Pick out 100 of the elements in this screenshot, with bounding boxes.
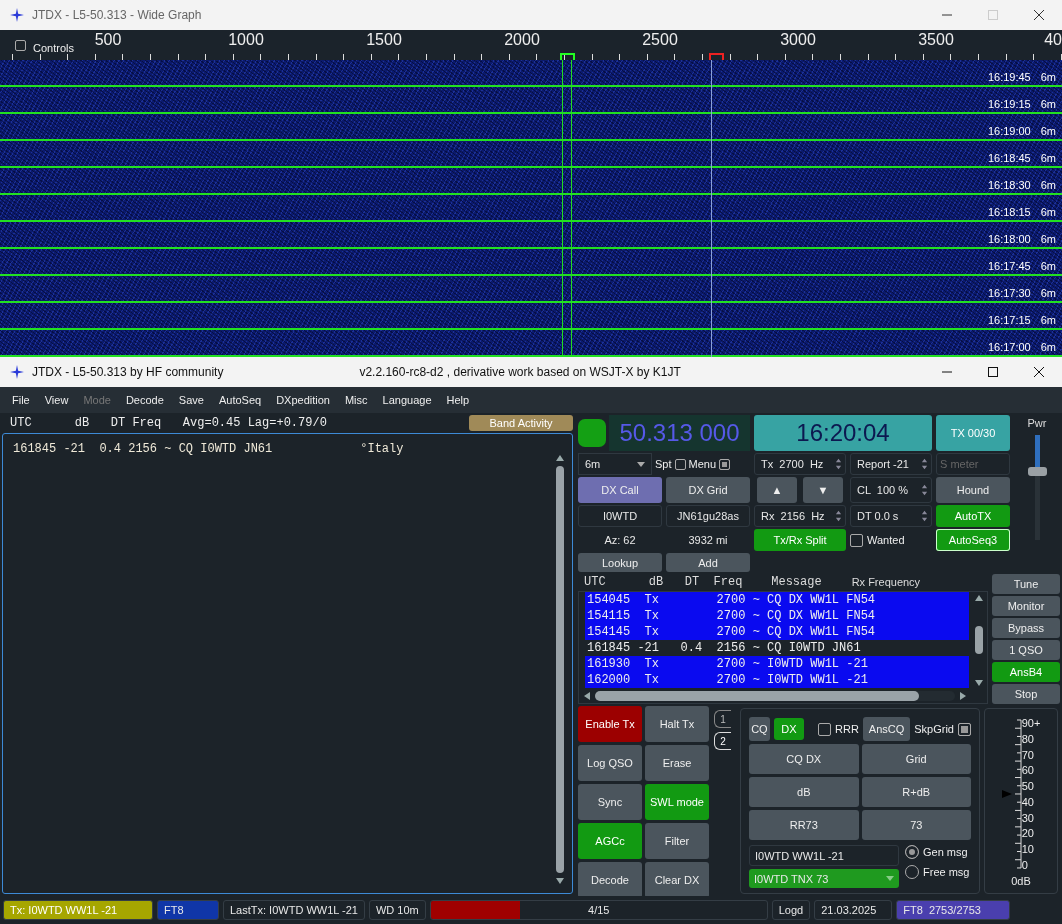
scrollbar[interactable] (554, 454, 566, 885)
menu-item[interactable]: Misc (344, 394, 368, 406)
checkbox[interactable] (674, 458, 686, 470)
control-button[interactable]: SWL mode (645, 784, 709, 820)
cq-button[interactable]: CQ (749, 717, 770, 741)
checkbox[interactable] (818, 722, 832, 736)
scroll-thumb[interactable] (595, 691, 919, 701)
message-row[interactable]: 161930 Tx 2700 ~ I0WTD WW1L -21 (585, 656, 969, 672)
side-button[interactable]: Monitor (992, 596, 1060, 616)
message-button[interactable]: Grid (861, 744, 971, 774)
radio-button[interactable] (905, 845, 919, 859)
autoseq-button[interactable]: AutoSeq3 (936, 529, 1010, 551)
control-button[interactable]: Decode (578, 862, 642, 898)
message-button[interactable]: 73 (861, 810, 971, 840)
time-label: 16:18:45 (987, 152, 1031, 164)
dx-grid-button[interactable]: DX Grid (666, 477, 750, 503)
decode-line[interactable]: 161845 -21 0.4 2156 ~ CQ I0WTD JN61 (13, 442, 273, 456)
time-label: 16:18:30 (987, 179, 1031, 191)
menu-item[interactable]: Decode (125, 394, 164, 406)
checkbox[interactable] (719, 458, 731, 470)
hound-button[interactable]: Hound (936, 477, 1010, 503)
scroll-up-icon[interactable] (555, 454, 565, 462)
checkbox[interactable] (958, 722, 971, 736)
scroll-thumb[interactable] (975, 626, 983, 654)
side-button[interactable]: Stop (992, 684, 1060, 704)
control-button[interactable]: Filter (645, 823, 709, 859)
axis-label: 500 (94, 31, 122, 49)
menu-item[interactable]: View (44, 394, 69, 406)
spin-box[interactable]: CL 100 % (850, 477, 932, 503)
band-label: 6m (1040, 71, 1056, 83)
control-button[interactable]: Log QSO (578, 745, 642, 781)
dx-button[interactable]: DX (773, 718, 805, 740)
scroll-right-icon[interactable] (959, 691, 967, 701)
scrollbar[interactable] (973, 594, 985, 687)
band-selector[interactable]: 6m (578, 453, 652, 475)
axis-label: 1500 (366, 31, 402, 49)
message-button[interactable]: CQ DX (749, 744, 859, 774)
band-label: 6m (1040, 179, 1056, 191)
message-row[interactable]: 154145 Tx 2700 ~ CQ DX WW1L FN54 (585, 624, 969, 640)
up-button[interactable]: ▲ (757, 477, 797, 503)
control-button[interactable]: Erase (645, 745, 709, 781)
menu-item[interactable]: Language (382, 394, 432, 406)
side-button[interactable]: 1 QSO (992, 640, 1060, 660)
add-button[interactable]: Add (666, 553, 750, 572)
scale-label: 30 (1021, 811, 1035, 824)
time-label: 16:17:00 (987, 341, 1031, 353)
auto-tx-button[interactable]: AutoTX (936, 505, 1010, 527)
ans-cq-button[interactable]: AnsCQ (862, 717, 911, 741)
scroll-down-icon[interactable] (555, 877, 565, 885)
side-button[interactable]: Bypass (992, 618, 1060, 638)
control-button[interactable]: Clear DX (645, 862, 709, 898)
dx-grid-field[interactable]: JN61gu28as (666, 505, 750, 527)
spin-box[interactable]: DT 0.0 s (850, 505, 932, 527)
s-meter-field[interactable]: S meter (936, 453, 1010, 475)
message-field[interactable]: I0WTD WW1L -21 (749, 845, 899, 866)
scroll-left-icon[interactable] (583, 691, 591, 701)
down-button[interactable]: ▼ (803, 477, 843, 503)
message-button[interactable]: RR73 (749, 810, 859, 840)
menu-item[interactable]: Help (446, 394, 470, 406)
axis-label: 1000 (228, 31, 264, 49)
time-label: 16:18:00 (987, 233, 1031, 245)
scroll-thumb[interactable] (556, 466, 564, 873)
band-label: 6m (1040, 152, 1056, 164)
status-item: FT8 (157, 900, 219, 920)
spin-box[interactable]: Rx 2156 Hz (754, 505, 846, 527)
maximize-icon[interactable] (988, 367, 998, 377)
lookup-button[interactable]: Lookup (578, 553, 662, 572)
status-item: WD 10m (368, 900, 426, 920)
menu-item[interactable]: DXpedition (276, 394, 330, 406)
column-header: UTC dB DT Freq Message (584, 575, 822, 589)
message-row[interactable]: 161845 -21 0.4 2156 ~ CQ I0WTD JN61 (585, 640, 969, 656)
close-icon[interactable] (1034, 10, 1044, 20)
menu-item[interactable]: File (12, 394, 30, 406)
control-button[interactable]: Enable Tx (578, 706, 642, 742)
side-button[interactable]: Tune (992, 574, 1060, 594)
message-button[interactable]: dB (749, 777, 859, 807)
side-button[interactable]: AnsB4 (992, 662, 1060, 682)
split-button[interactable]: Tx/Rx Split (754, 529, 846, 551)
slider-thumb[interactable] (1027, 466, 1047, 476)
control-button[interactable]: Sync (578, 784, 642, 820)
checkbox[interactable] (15, 40, 26, 51)
scroll-down-icon[interactable] (974, 679, 984, 687)
message-button[interactable]: R+dB (861, 777, 971, 807)
control-button[interactable]: Halt Tx (645, 706, 709, 742)
time-label: 16:19:45 (987, 71, 1031, 83)
message-row[interactable]: 154115 Tx 2700 ~ CQ DX WW1L FN54 (585, 608, 969, 624)
menu-item[interactable]: Save (178, 394, 204, 406)
message-row[interactable]: 162000 Tx 2700 ~ I0WTD WW1L -21 (585, 672, 969, 688)
scroll-up-icon[interactable] (974, 594, 984, 602)
close-icon[interactable] (1034, 367, 1044, 377)
spin-box[interactable]: Report -21 (850, 453, 932, 475)
dx-call-field[interactable]: I0WTD (578, 505, 662, 527)
message-row[interactable]: 154045 Tx 2700 ~ CQ DX WW1L FN54 (585, 592, 969, 608)
checkbox[interactable] (850, 533, 863, 547)
tab[interactable]: 2 (714, 732, 731, 750)
dx-call-button[interactable]: DX Call (578, 477, 662, 503)
control-button[interactable]: AGCc (578, 823, 642, 859)
spin-box[interactable]: Tx 2700 Hz (754, 453, 846, 475)
tab[interactable]: 1 (714, 710, 731, 728)
menu-item[interactable]: AutoSeq (218, 394, 262, 406)
